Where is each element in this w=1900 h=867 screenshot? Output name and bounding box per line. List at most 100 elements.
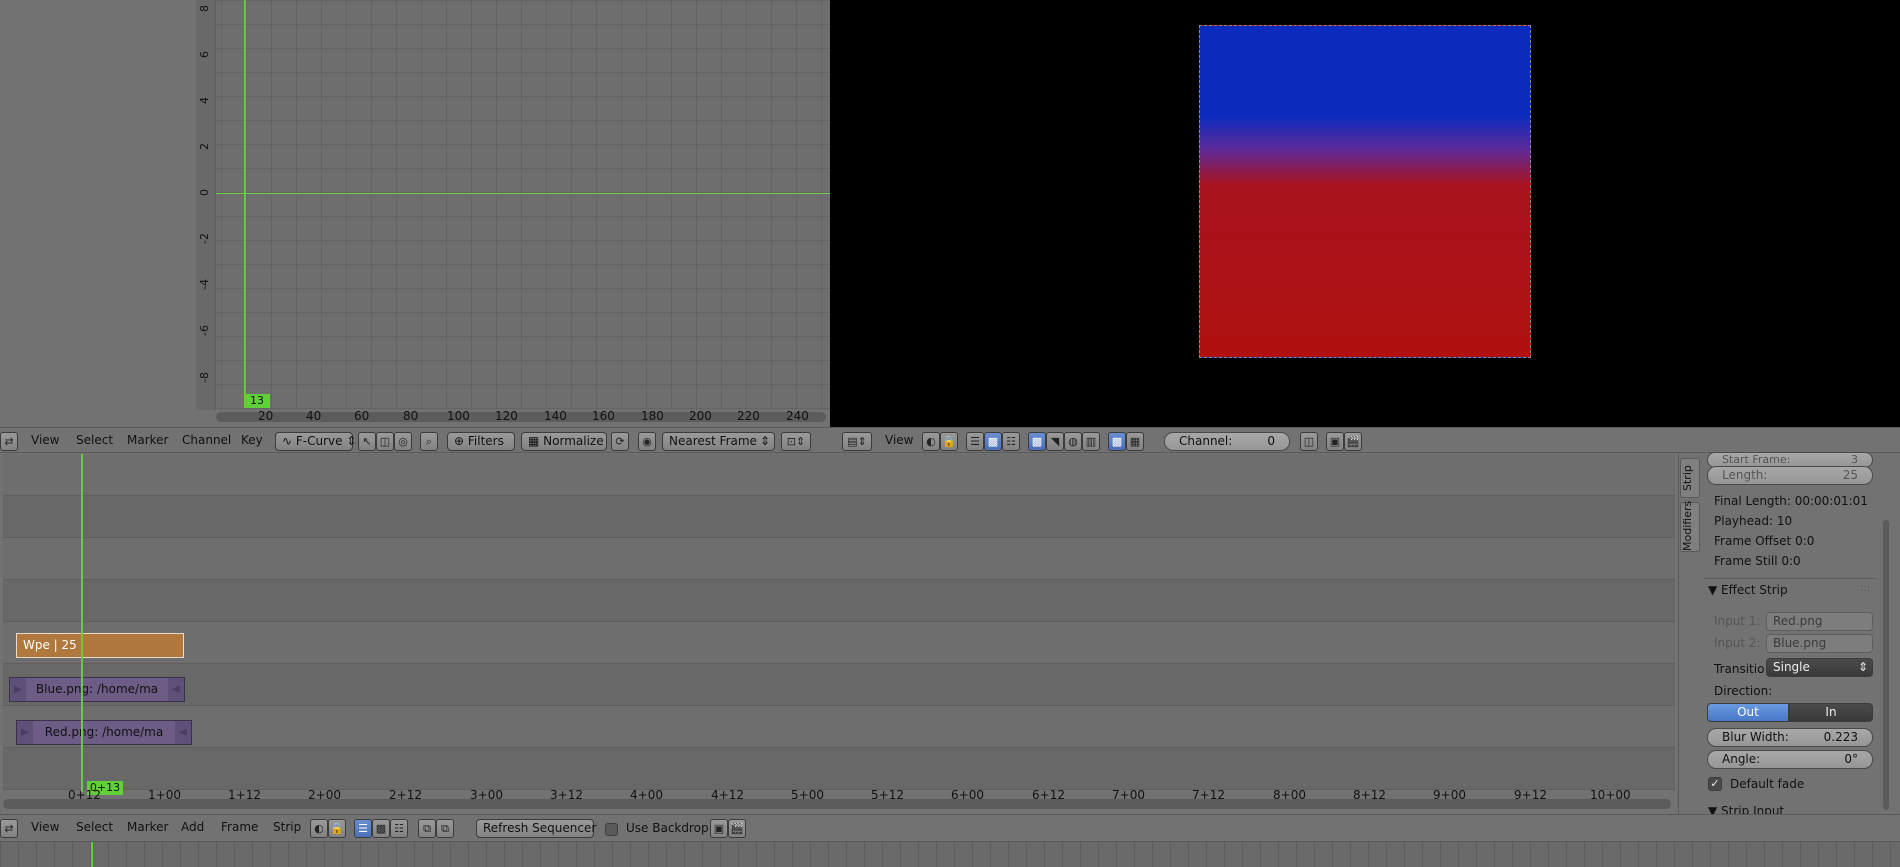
input1-field[interactable]: Red.png xyxy=(1766,612,1873,631)
checker-icon[interactable]: ▦ xyxy=(1126,432,1144,451)
render-anim-icon[interactable]: 🎬 xyxy=(728,819,746,838)
editor-type-icon[interactable]: ▤⇕ xyxy=(842,432,872,451)
sequencer-playhead[interactable] xyxy=(81,454,83,792)
blur-width-field[interactable]: Blur Width: 0.223 xyxy=(1707,728,1873,747)
timeline-playhead[interactable] xyxy=(91,842,93,867)
filters-button[interactable]: ⊕ Filters xyxy=(447,432,515,451)
timecode-tick: 4+00 xyxy=(630,788,663,802)
render-still-icon[interactable]: ▣ xyxy=(1326,432,1344,451)
copy-icon[interactable]: ⧉ xyxy=(418,819,436,838)
menu-view[interactable]: View xyxy=(31,433,59,447)
refresh-icon[interactable]: ⟳ xyxy=(611,432,629,451)
collapse-arrow-icon: ▼ xyxy=(1708,583,1722,597)
strip-input-panel-header[interactable]: ▼ Strip Input xyxy=(1708,805,1784,814)
timecode-tick: 10+00 xyxy=(1590,788,1631,802)
use-backdrop-checkbox[interactable] xyxy=(605,823,618,836)
direction-in-button[interactable]: In xyxy=(1789,703,1873,722)
luma-icon[interactable]: ◥ xyxy=(1046,432,1064,451)
render-still-icon[interactable]: ▣ xyxy=(710,819,728,838)
seq-preview-icon[interactable]: ☷ xyxy=(1002,432,1020,451)
view-type-icon[interactable]: ◐ xyxy=(310,819,328,838)
transition-dropdown[interactable]: Single ⇕ xyxy=(1766,658,1873,677)
tab-strip[interactable]: Strip xyxy=(1680,458,1700,498)
menu-select[interactable]: Select xyxy=(76,820,113,834)
drag-handle-icon[interactable]: ::: xyxy=(1860,583,1870,594)
effect-strip-panel-header[interactable]: ▼ Effect Strip xyxy=(1708,583,1788,597)
menu-channel[interactable]: Channel xyxy=(182,433,231,447)
x-tick: 60 xyxy=(354,409,370,423)
red-image-strip[interactable]: ▶ Red.png: /home/ma ◀ xyxy=(16,720,192,745)
menu-marker[interactable]: Marker xyxy=(127,820,168,834)
menu-marker[interactable]: Marker xyxy=(127,433,168,447)
display-mode-icon[interactable]: ▩ xyxy=(1028,432,1046,451)
preview-icon[interactable]: ▩ xyxy=(372,819,390,838)
input2-field[interactable]: Blue.png xyxy=(1766,634,1873,653)
menu-key[interactable]: Key xyxy=(241,433,263,447)
y-tick: 6 xyxy=(198,51,211,58)
render-anim-icon[interactable]: 🎬 xyxy=(1344,432,1362,451)
graph-view-area[interactable] xyxy=(196,0,830,410)
strip-left-handle[interactable]: ▶ xyxy=(17,721,33,744)
lock-icon[interactable]: 🔒 xyxy=(328,819,346,838)
zoom-icon[interactable]: ⌕ xyxy=(420,432,438,451)
x-tick: 160 xyxy=(592,409,615,423)
normalize-toggle[interactable]: ▦ Normalize xyxy=(521,432,607,451)
preview-header: ▤⇕ View ◐ 🔒 ☰ ▩ ☷ ▩ ◥ ◍ ▥ ▩ ▦ Channel: 0 … xyxy=(830,427,1900,453)
tab-modifiers[interactable]: Modifiers xyxy=(1680,501,1700,552)
sequencer-area[interactable] xyxy=(0,454,1678,823)
pivot-icon[interactable]: ⊡⇕ xyxy=(781,432,811,451)
target-icon[interactable]: ◎ xyxy=(394,432,412,451)
x-tick: 220 xyxy=(737,409,760,423)
x-tick: 140 xyxy=(544,409,567,423)
angle-field[interactable]: Angle: 0° xyxy=(1707,750,1873,769)
seq-preview-icon[interactable]: ☷ xyxy=(390,819,408,838)
direction-out-button[interactable]: Out xyxy=(1707,703,1789,722)
timecode-tick: 2+00 xyxy=(308,788,341,802)
menu-view[interactable]: View xyxy=(31,820,59,834)
sequencer-icon[interactable]: ☰ xyxy=(354,819,372,838)
preview-icon[interactable]: ▩ xyxy=(984,432,1002,451)
y-tick: 2 xyxy=(198,143,211,150)
timeline-area[interactable] xyxy=(0,842,1900,867)
properties-scrollbar[interactable] xyxy=(1883,520,1889,810)
only-selected-icon[interactable]: ↖ xyxy=(358,432,376,451)
editor-type-icon[interactable]: ⇄ xyxy=(0,432,18,451)
default-fade-checkbox[interactable]: ✓ xyxy=(1708,777,1722,791)
timecode-tick: 9+12 xyxy=(1514,788,1547,802)
lock-icon[interactable]: 🔒 xyxy=(940,432,958,451)
menu-add[interactable]: Add xyxy=(181,820,204,834)
strip-right-handle[interactable]: ◀ xyxy=(175,721,191,744)
menu-select[interactable]: Select xyxy=(76,433,113,447)
refresh-sequencer-button[interactable]: Refresh Sequencer xyxy=(476,819,596,838)
ghost-icon[interactable]: ◫ xyxy=(376,432,394,451)
timecode-tick: 7+00 xyxy=(1112,788,1145,802)
editor-type-icon[interactable]: ⇄ xyxy=(0,819,18,838)
paste-icon[interactable]: ⧉ xyxy=(436,819,454,838)
sequencer-icon[interactable]: ☰ xyxy=(966,432,984,451)
histogram-icon[interactable]: ▥ xyxy=(1082,432,1100,451)
mode-dropdown[interactable]: ∿ F-Curve ⇕ xyxy=(275,432,356,451)
alpha-icon[interactable]: ▩ xyxy=(1108,432,1126,451)
length-field[interactable]: Length: 25 xyxy=(1707,466,1873,485)
strip-left-handle[interactable]: ▶ xyxy=(10,678,26,701)
channel-row xyxy=(3,706,1675,748)
menu-frame[interactable]: Frame xyxy=(221,820,258,834)
direction-toggle-group: Out In xyxy=(1707,703,1873,722)
snap-mode-dropdown[interactable]: Nearest Frame ⇕ xyxy=(662,432,775,451)
auto-snap-icon[interactable]: ◉ xyxy=(638,432,656,451)
wipe-strip[interactable]: Wpe | 25 xyxy=(16,633,184,658)
preview-render-image xyxy=(1199,25,1531,358)
menu-strip[interactable]: Strip xyxy=(273,820,301,834)
channel-row xyxy=(3,538,1675,580)
timecode-tick: 6+00 xyxy=(951,788,984,802)
channel-field[interactable]: Channel: 0 xyxy=(1164,432,1290,451)
menu-view[interactable]: View xyxy=(885,433,913,447)
blue-image-strip[interactable]: ▶ Blue.png: /home/ma ◀ xyxy=(9,677,185,702)
y-tick: 4 xyxy=(198,97,211,104)
strip-right-handle[interactable]: ◀ xyxy=(168,678,184,701)
ghost-icon[interactable]: ◫ xyxy=(1300,432,1318,451)
view-type-icon[interactable]: ◐ xyxy=(922,432,940,451)
graph-playhead[interactable] xyxy=(244,0,246,405)
chroma-icon[interactable]: ◍ xyxy=(1064,432,1082,451)
filter-icon: ⊕ xyxy=(454,434,468,448)
